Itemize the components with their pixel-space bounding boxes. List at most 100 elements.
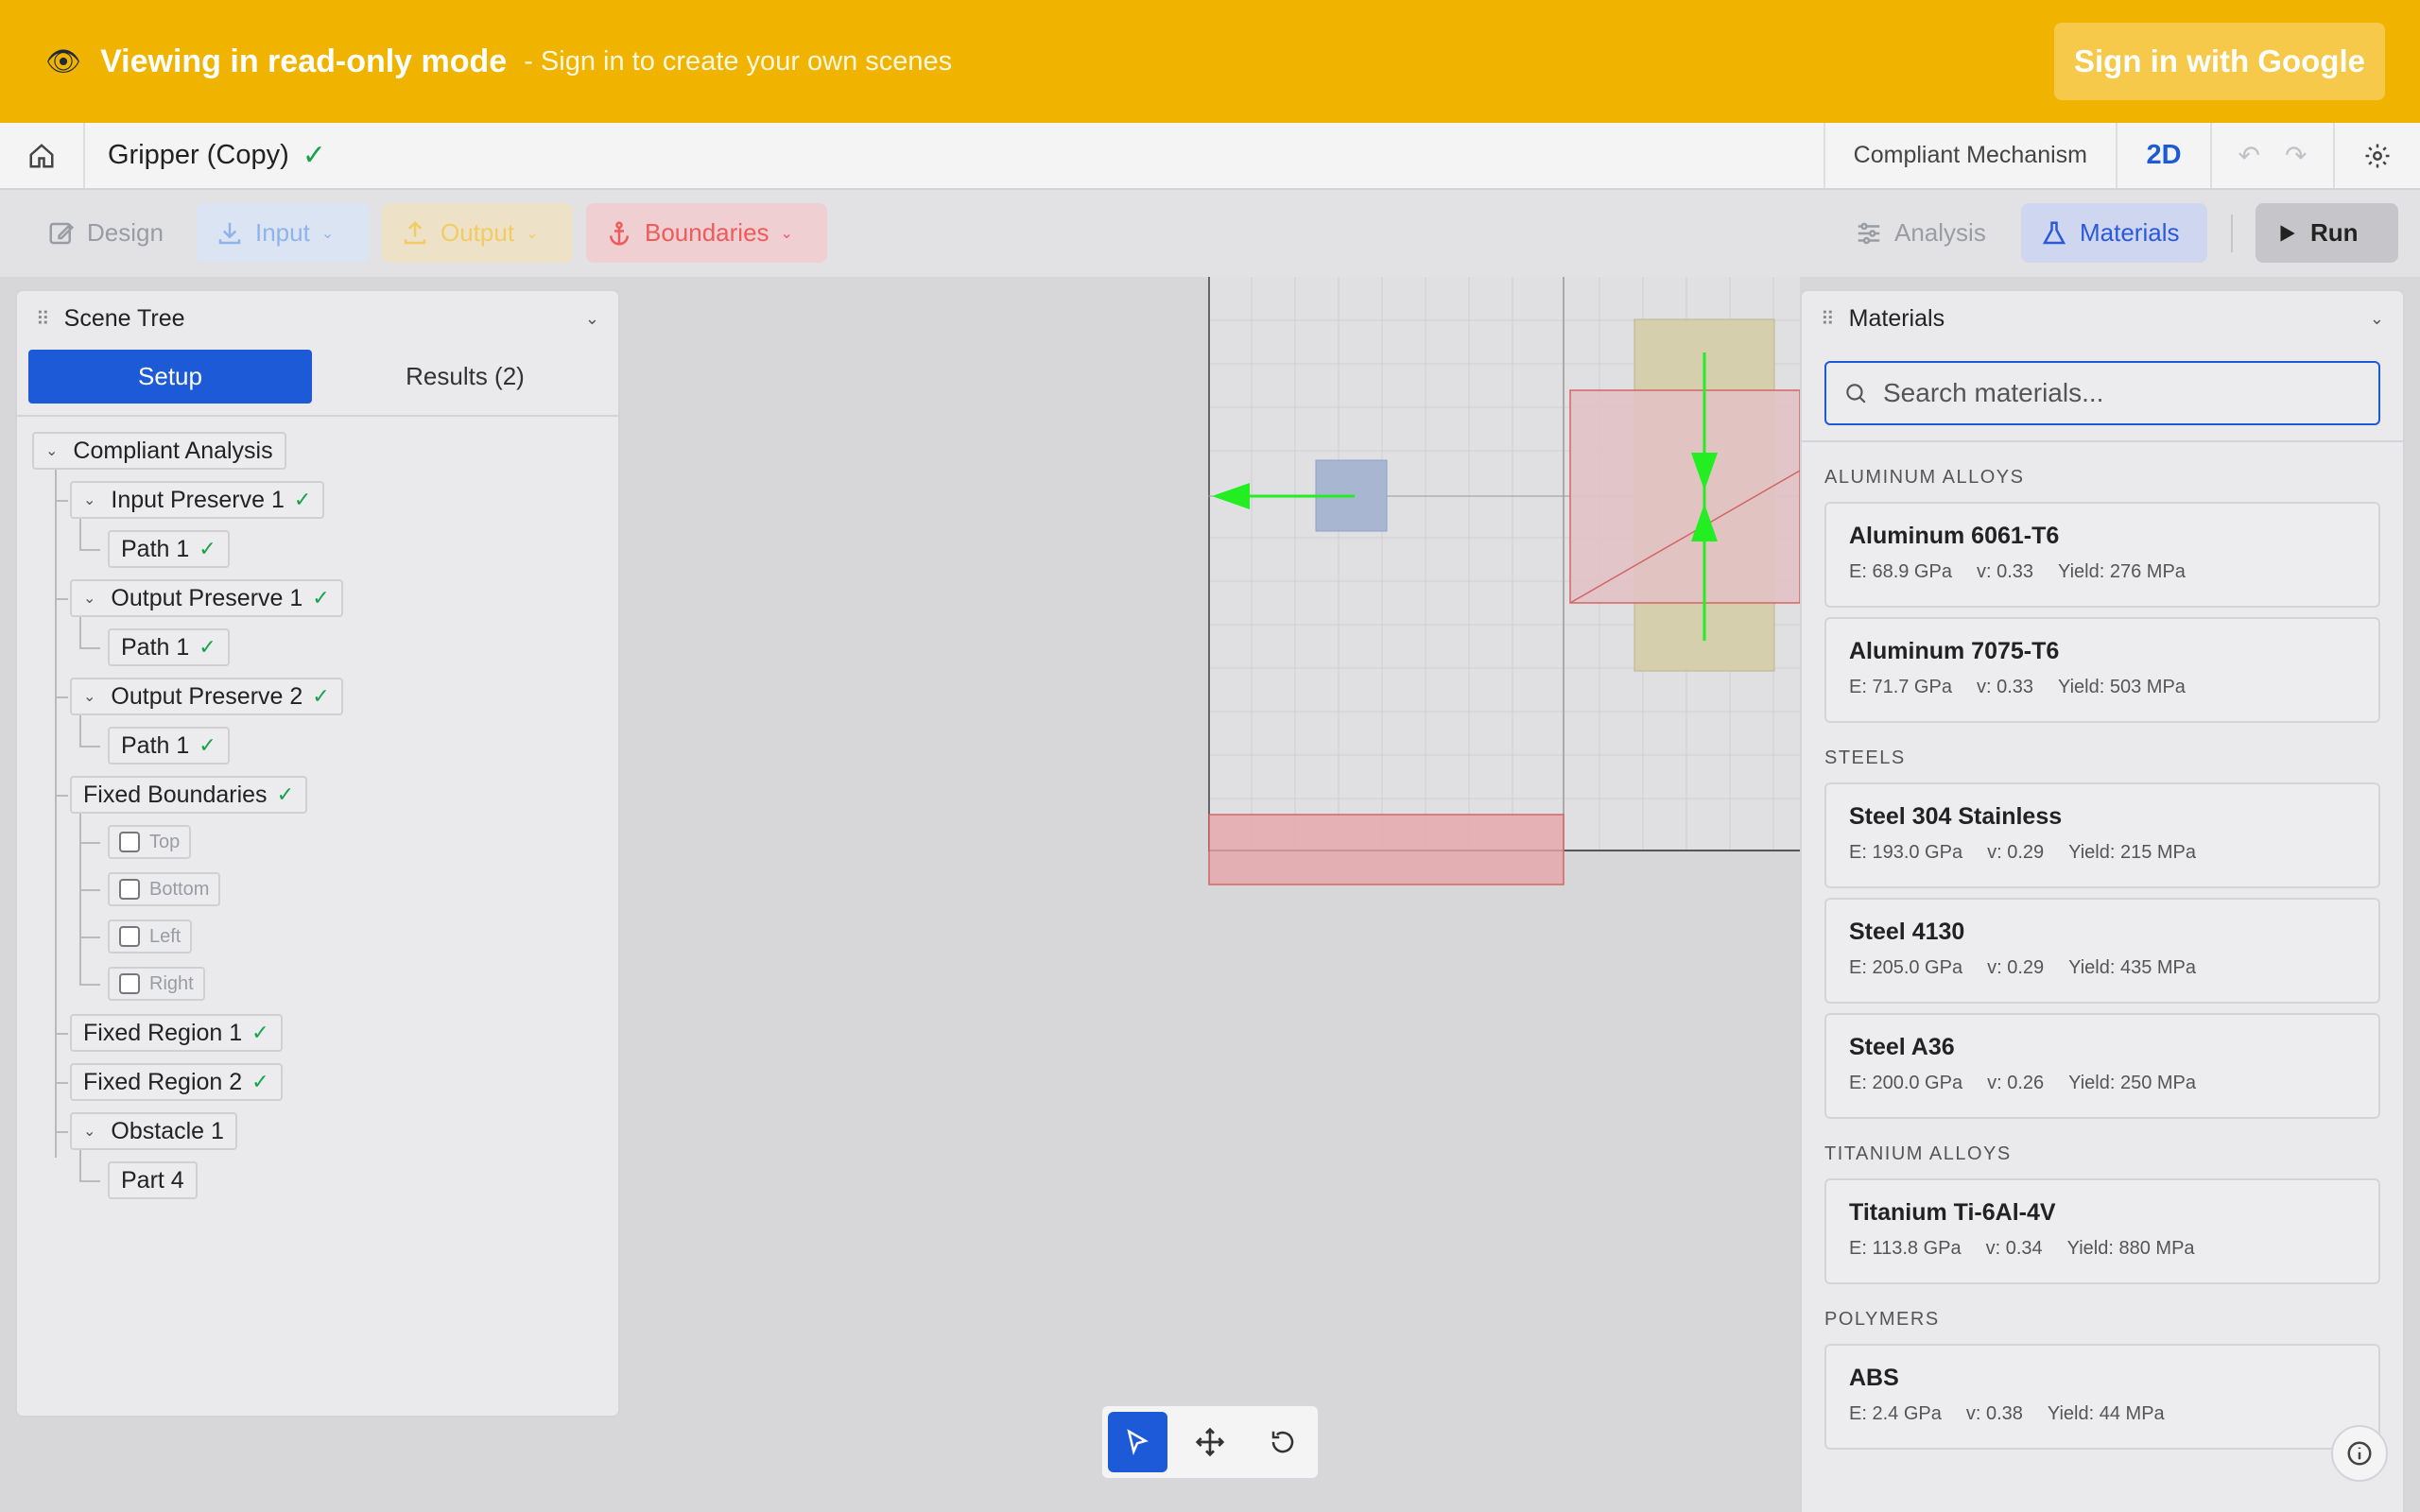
tree-node-output-preserve-1[interactable]: ⌄ Output Preserve 1 ✓ <box>70 579 343 617</box>
boundary-right-checkbox[interactable]: Right <box>108 967 205 1001</box>
pan-tool-button[interactable] <box>1181 1412 1240 1472</box>
material-card[interactable]: Steel 4130 E: 205.0 GPa v: 0.29 Yield: 435 … <box>1824 898 2380 1004</box>
scene-tree-title: Scene Tree <box>63 304 185 332</box>
boundaries-button[interactable]: Boundaries ⌄ <box>586 203 827 263</box>
settings-button[interactable] <box>2335 123 2420 188</box>
input-button[interactable]: Input ⌄ <box>197 203 370 263</box>
tree-node-path-1[interactable]: Path 1 ✓ <box>108 530 230 568</box>
tab-setup[interactable]: Setup <box>28 350 312 404</box>
node-label: Fixed Boundaries <box>83 781 268 808</box>
check-icon: ✓ <box>251 1070 269 1093</box>
materials-header[interactable]: ⠿ Materials ⌄ <box>1802 291 2403 346</box>
materials-button[interactable]: Materials <box>2021 203 2207 263</box>
node-label: Obstacle 1 <box>111 1117 224 1144</box>
chevron-down-icon[interactable]: ⌄ <box>83 490 95 509</box>
material-properties: E: 205.0 GPa v: 0.29 Yield: 435 MPa <box>1849 957 2356 979</box>
material-card[interactable]: Titanium Ti-6Al-4V E: 113.8 GPa v: 0.34 Yie… <box>1824 1178 2380 1284</box>
check-icon: ✓ <box>251 1021 269 1044</box>
design-canvas[interactable] <box>1208 277 1800 886</box>
chevron-down-icon[interactable]: ⌄ <box>83 589 95 608</box>
read-only-banner: 👁 Viewing in read-only mode - Sign in to… <box>0 0 2420 123</box>
fixed-region[interactable] <box>1208 814 1564 885</box>
tree-node-fixed-boundaries[interactable]: Fixed Boundaries ✓ <box>70 776 307 814</box>
saved-check-icon: ✓ <box>302 140 326 171</box>
checkbox[interactable] <box>119 973 140 994</box>
info-button[interactable] <box>2331 1425 2388 1482</box>
material-name: ABS <box>1849 1365 1899 1391</box>
checkbox[interactable] <box>119 879 140 900</box>
material-card[interactable]: Steel A36 E: 200.0 GPa v: 0.26 Yield: 250 M… <box>1824 1013 2380 1119</box>
node-label: Compliant Analysis <box>73 437 273 464</box>
node-label: Path 1 <box>121 535 190 562</box>
chevron-down-icon[interactable]: ⌄ <box>83 1122 95 1141</box>
run-button[interactable]: Run <box>2256 203 2398 263</box>
chevron-down-icon[interactable]: ⌄ <box>45 441 58 460</box>
material-card[interactable]: ABS E: 2.4 GPa v: 0.38 Yield: 44 MPa <box>1824 1344 2380 1450</box>
chevron-down-icon[interactable]: ⌄ <box>585 309 599 329</box>
material-properties: E: 71.7 GPa v: 0.33 Yield: 503 MPa <box>1849 677 2356 698</box>
tab-results[interactable]: Results (2) <box>323 350 607 404</box>
check-icon: ✓ <box>312 684 330 708</box>
material-card[interactable]: Aluminum 6061-T6 E: 68.9 GPa v: 0.33 Yield:… <box>1824 502 2380 608</box>
analysis-button[interactable]: Analysis <box>1836 203 2005 263</box>
sliders-icon <box>1858 222 1880 244</box>
node-label: Left <box>149 925 182 947</box>
tree-node-output-preserve-2[interactable]: ⌄ Output Preserve 2 ✓ <box>70 678 343 715</box>
chevron-down-icon: ⌄ <box>320 225 335 242</box>
material-modulus: E: 205.0 GPa <box>1849 957 1963 978</box>
chevron-down-icon[interactable]: ⌄ <box>2370 309 2384 329</box>
drag-handle-icon[interactable]: ⠿ <box>36 307 51 331</box>
tree-node-fixed-region-2[interactable]: Fixed Region 2 ✓ <box>70 1063 283 1101</box>
home-button[interactable] <box>0 123 85 188</box>
search-placeholder: Search materials... <box>1883 378 2104 407</box>
app-header: Gripper (Copy) ✓ Compliant Mechanism 2D … <box>0 123 2420 190</box>
sign-in-google-button[interactable]: Sign in with Google <box>2054 23 2385 100</box>
tree-node-path-1[interactable]: Path 1 ✓ <box>108 628 230 666</box>
material-poisson: v: 0.29 <box>1987 957 2045 978</box>
tree-node-input-preserve-1[interactable]: ⌄ Input Preserve 1 ✓ <box>70 481 325 519</box>
input-label: Input <box>255 218 310 247</box>
checkbox[interactable] <box>119 926 140 947</box>
design-button[interactable]: Design <box>28 203 182 263</box>
node-label: Right <box>149 972 194 994</box>
view-toggle-2d[interactable]: 2D <box>2118 123 2212 188</box>
scene-tree-header[interactable]: ⠿ Scene Tree ⌄ <box>17 291 618 346</box>
undo-icon[interactable]: ↶ <box>2238 140 2260 171</box>
boundary-top-checkbox[interactable]: Top <box>108 825 192 859</box>
chevron-down-icon[interactable]: ⌄ <box>83 687 95 706</box>
tree-node-part-4[interactable]: Part 4 <box>108 1161 198 1199</box>
scene-tree: ⌄ Compliant Analysis ⌄ Input Preserve 1 … <box>17 417 618 1267</box>
material-poisson: v: 0.34 <box>1985 1238 2043 1259</box>
materials-title: Materials <box>1848 304 1945 332</box>
scene-tree-panel: ⠿ Scene Tree ⌄ Setup Results (2) ⌄ Compl… <box>15 289 620 1418</box>
material-modulus: E: 68.9 GPa <box>1849 561 1952 582</box>
rotate-tool-button[interactable] <box>1253 1412 1312 1472</box>
tree-node-obstacle-1[interactable]: ⌄ Obstacle 1 <box>70 1112 237 1150</box>
material-yield: Yield: 503 MPa <box>2058 677 2186 697</box>
tree-node-compliant-analysis[interactable]: ⌄ Compliant Analysis <box>32 432 286 470</box>
tree-node-fixed-region-1[interactable]: Fixed Region 1 ✓ <box>70 1014 283 1052</box>
material-yield: Yield: 276 MPa <box>2058 561 2186 582</box>
redo-icon[interactable]: ↷ <box>2285 140 2307 171</box>
mode-selector[interactable]: Compliant Mechanism <box>1823 123 2118 188</box>
drag-handle-icon[interactable]: ⠿ <box>1821 307 1836 331</box>
material-card[interactable]: Steel 304 Stainless E: 193.0 GPa v: 0.29 Yi… <box>1824 782 2380 888</box>
obstacle-region[interactable] <box>1569 389 1800 604</box>
material-category-heading: TITANIUM ALLOYS <box>1824 1143 2012 1164</box>
material-yield: Yield: 880 MPa <box>2066 1238 2195 1259</box>
node-label: Top <box>149 831 181 852</box>
node-label: Input Preserve 1 <box>111 486 285 513</box>
material-card[interactable]: Aluminum 7075-T6 E: 71.7 GPa v: 0.33 Yield:… <box>1824 617 2380 723</box>
material-modulus: E: 193.0 GPa <box>1849 842 1963 863</box>
scene-title[interactable]: Gripper (Copy) ✓ <box>85 123 1824 188</box>
boundary-bottom-checkbox[interactable]: Bottom <box>108 872 221 906</box>
checkbox[interactable] <box>119 832 140 852</box>
material-search-input[interactable]: Search materials... <box>1824 361 2380 425</box>
boundary-left-checkbox[interactable]: Left <box>108 919 193 954</box>
material-name: Titanium Ti-6Al-4V <box>1849 1199 2056 1226</box>
select-tool-button[interactable] <box>1108 1412 1167 1472</box>
output-button[interactable]: Output ⌄ <box>382 203 573 263</box>
tree-node-path-1[interactable]: Path 1 ✓ <box>108 727 230 765</box>
node-label: Fixed Region 2 <box>83 1068 243 1095</box>
check-icon: ✓ <box>312 586 330 610</box>
